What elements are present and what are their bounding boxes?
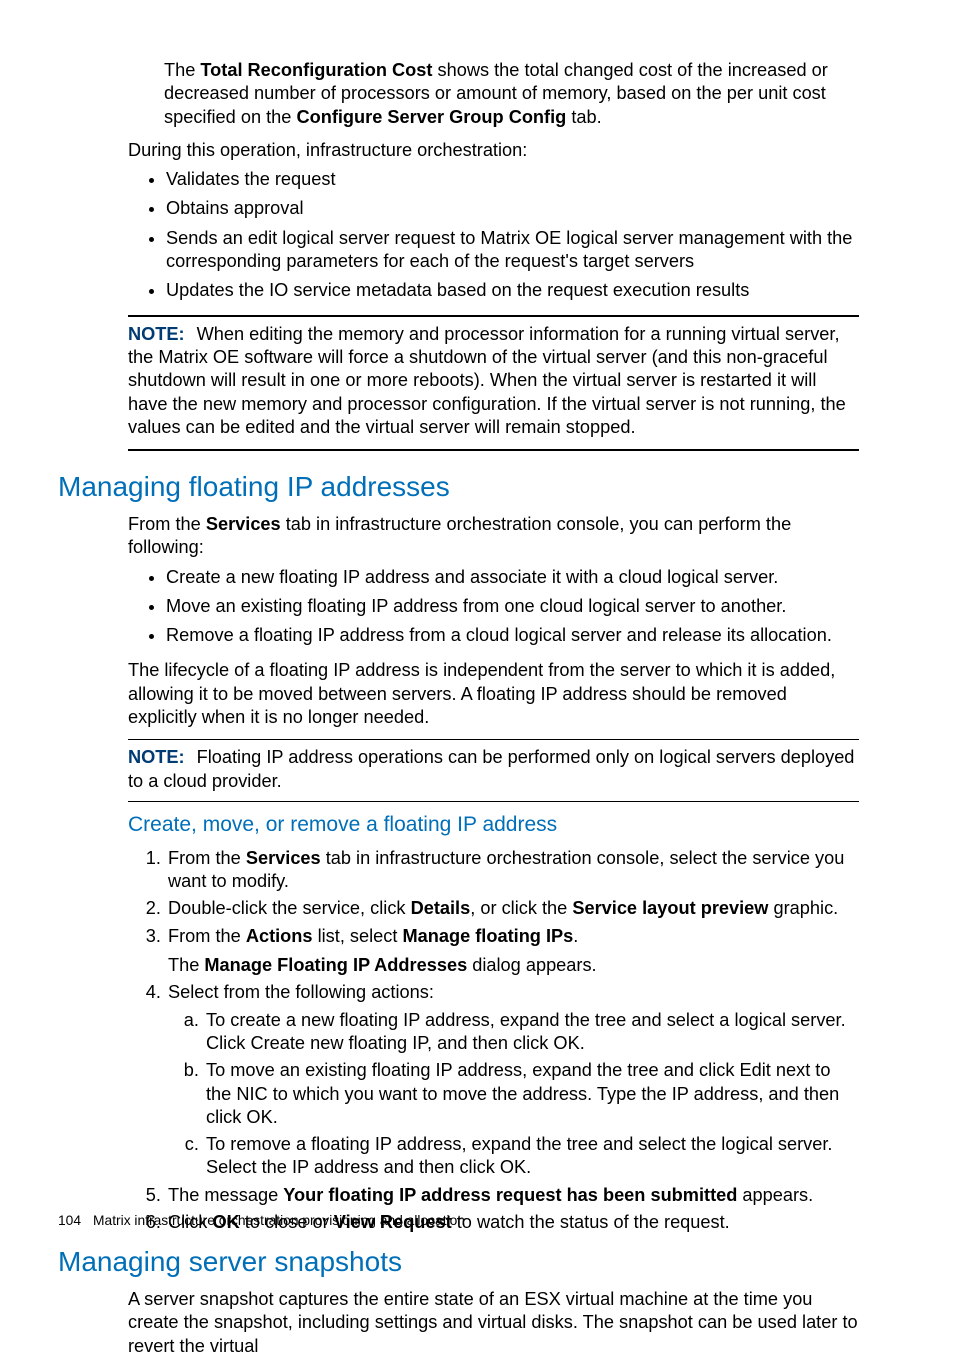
sec2-body: A server snapshot captures the entire st… [128,1288,859,1358]
substep-a: To create a new floating IP address, exp… [204,1009,859,1056]
bold-text: Total Reconfiguration Cost [200,60,432,80]
divider [128,801,859,802]
section-heading-floating-ip: Managing floating IP addresses [58,469,859,505]
top-bullets: Validates the request Obtains approval S… [128,168,859,302]
text: tab. [566,107,601,127]
sec1-intro: From the Services tab in infrastructure … [128,513,859,560]
note-label: NOTE: [128,324,185,344]
text: . [573,926,578,946]
note-block: NOTE:When editing the memory and process… [128,323,859,439]
step-3-after: The Manage Floating IP Addresses dialog … [168,954,859,977]
subsection-wrap: Create, move, or remove a floating IP ad… [128,812,859,1234]
text: From the [168,926,246,946]
step-1: From the Services tab in infrastructure … [166,847,859,894]
text: The [168,955,204,975]
note-text: When editing the memory and processor in… [128,324,846,437]
substep-b: To move an existing floating IP address,… [204,1059,859,1129]
text: , or click the [470,898,572,918]
step-4: Select from the following actions: To cr… [166,981,859,1179]
page-number: 104 [58,1213,81,1228]
footer-chapter: Matrix infrastructure orchestration prov… [93,1213,465,1228]
bold-text: Configure Server Group Config [296,107,566,127]
page: The Total Reconfiguration Cost shows the… [0,0,954,1271]
top-para-2: During this operation, infrastructure or… [128,139,859,162]
note-label: NOTE: [128,747,185,767]
divider [128,739,859,740]
text: dialog appears. [467,955,596,975]
bold-text: Services [206,514,281,534]
sec1-body: From the Services tab in infrastructure … [128,513,859,802]
section-heading-snapshots: Managing server snapshots [58,1244,859,1280]
bold-text: Service layout preview [572,898,768,918]
text: From the [168,848,246,868]
bold-text: Manage Floating IP Addresses [204,955,467,975]
step-5: The message Your floating IP address req… [166,1184,859,1207]
note-block: NOTE:Floating IP address operations can … [128,746,859,793]
divider [128,449,859,451]
text: From the [128,514,206,534]
step-3: From the Actions list, select Manage flo… [166,925,859,978]
list-item: Updates the IO service metadata based on… [166,279,859,302]
substep-c: To remove a floating IP address, expand … [204,1133,859,1180]
bold-text: Actions [246,926,313,946]
text: to watch the status of the request. [452,1212,730,1232]
list-item: Validates the request [166,168,859,191]
bold-text: Your floating IP address request has bee… [283,1185,737,1205]
subsection-heading-create-move-remove: Create, move, or remove a floating IP ad… [128,812,859,839]
step-2: Double-click the service, click Details,… [166,897,859,920]
list-item: Remove a floating IP address from a clou… [166,624,859,647]
list-item: Create a new floating IP address and ass… [166,566,859,589]
bold-text: Services [246,848,321,868]
note-text: Floating IP address operations can be pe… [128,747,854,790]
list-item: Move an existing floating IP address fro… [166,595,859,618]
text: The [164,60,200,80]
sec1-bullets: Create a new floating IP address and ass… [128,566,859,648]
text: graphic. [768,898,838,918]
sec1-para-2: The lifecycle of a floating IP address i… [128,659,859,729]
text: Double-click the service, click [168,898,411,918]
list-item: Sends an edit logical server request to … [166,227,859,274]
list-item: Obtains approval [166,197,859,220]
top-para-1: The Total Reconfiguration Cost shows the… [164,59,859,129]
bold-text: Details [411,898,471,918]
sec2-para-1: A server snapshot captures the entire st… [128,1288,859,1358]
text: appears. [737,1185,813,1205]
top-block: The Total Reconfiguration Cost shows the… [128,59,859,451]
text: Select from the following actions: [168,982,434,1002]
divider [128,315,859,317]
bold-text: Manage floating IPs [402,926,573,946]
steps-list: From the Services tab in infrastructure … [128,847,859,1234]
substeps-list: To create a new floating IP address, exp… [168,1009,859,1180]
text: The message [168,1185,283,1205]
text: list, select [313,926,403,946]
page-footer: 104 Matrix infrastructure orchestration p… [58,1212,465,1230]
